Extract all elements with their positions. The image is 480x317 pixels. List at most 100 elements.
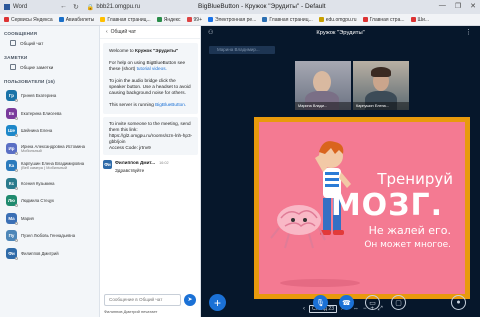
user-list-item[interactable]: Ка Карпушин Елена Владимировна (Веб камер… [0,157,99,175]
bookmark-e-library[interactable]: Электронная ре... [208,17,256,23]
screen-share-button[interactable]: ▢ [391,295,406,310]
mic-status-icon [15,239,18,243]
microphone-button[interactable]: 🎙 [313,295,328,310]
bookmark-icon [186,17,192,22]
bookmark-icon [208,17,214,22]
public-chat-item[interactable]: Общий чат [0,36,99,50]
bookmark-edu[interactable]: edu.omgpu.ru [318,17,357,23]
bookmark-icon [362,17,368,22]
welcome-message: Welcome to Кружок "Эрудиты" For help on … [103,43,198,114]
mic-status-icon [15,221,18,225]
maximize-icon[interactable]: ❐ [455,2,461,10]
chat-back-button[interactable]: ‹ Общий чат [100,26,200,39]
chat-message-input[interactable] [104,293,181,306]
chat-icon [10,40,16,46]
users-toggle-icon[interactable]: ⚇ [208,29,213,36]
bookmark-main-page-2[interactable]: Главная страниц... [262,17,313,23]
record-icon: ● [456,299,461,306]
invite-message: To invite someone to the meeting, send t… [103,117,198,155]
avatar: Ек [6,107,18,120]
user-list-item[interactable]: Ма Мария [0,210,99,228]
meeting-title: Кружок "Эрудиты" [316,30,365,36]
avatar: Пу [6,230,18,243]
user-list-item[interactable]: Гр Гринев Екатерина [0,87,99,105]
page-title: BigBlueButton - Кружок "Эрудиты" - Defau… [198,3,326,10]
phone-icon: ☎ [342,299,351,307]
address-bar[interactable]: 🔒 bbb21.omgpu.ru [87,4,140,11]
app-icon [4,4,10,10]
user-list-item[interactable]: Фи Филиппов Дмитрий [0,245,99,263]
bookmark-icon [100,17,106,22]
slide-line-1: Тренируй [377,170,453,188]
user-list-item[interactable]: Ек Екатерина Елисеева [0,105,99,123]
bookmark-icon [410,17,416,22]
plus-icon: + [213,295,221,310]
reload-icon[interactable]: ↻ [73,3,79,11]
user-list-item[interactable]: Пу Пузел Любовь Геннадьевна [0,227,99,245]
close-icon[interactable]: ✕ [470,2,476,10]
camera-button[interactable]: ▭ [365,295,380,310]
user-list-item[interactable]: Кс Ксения Кузьмина [0,175,99,193]
avatar: Ир [6,142,18,155]
app-switcher[interactable]: Word [0,4,56,10]
bookmark-yandex-services[interactable]: Сервисы Яндекса [4,17,53,23]
more-options-icon[interactable]: ⋮ [465,28,472,36]
bookmark-icon [4,17,9,22]
webcam-video[interactable]: Карпушин Елена... [353,61,409,110]
bookmark-main-page-3[interactable]: Главная стра... [362,17,405,23]
minimize-icon[interactable]: — [439,2,446,10]
bookmark-mail[interactable]: 99+ [186,17,202,23]
chat-messages[interactable]: Welcome to Кружок "Эрудиты" For help on … [103,43,198,293]
presentation-slide[interactable]: Тренируй МОЗГ. Не жалей его. Он может мн… [254,117,470,299]
participant-hair [371,67,391,77]
browser-title-bar: Word ← ↻ 🔒 bbb21.omgpu.ru BigBlueButton … [0,0,480,14]
message-time: 16:02 [159,161,169,165]
bbb-link[interactable]: BigBlueButton. [155,102,186,107]
meeting-area: ⚇ Кружок "Эрудиты" ⋮ Марина Владимир... … [201,26,480,317]
notes-section-label: ЗАМЕТКИ [4,55,28,60]
avatar: Лю [6,195,18,208]
mic-status-icon [15,134,18,138]
slide-line-2: МОЗГ. [330,188,443,223]
user-list-item[interactable]: Лю Людмила Стецук [0,192,99,210]
users-panel: СООБЩЕНИЯ Общий чат ЗАМЕТКИ Общие заметк… [0,26,100,317]
message-text: Здравствуйте [115,168,145,173]
invite-link[interactable]: https://gl2.omgpu.ru/rooms/szn-lnh-hp3-g… [109,133,193,145]
bookmark-icon [318,17,324,22]
mic-status-icon [15,169,18,173]
chevron-left-icon: ‹ [106,29,108,35]
send-icon: ➤ [187,297,193,303]
user-list-item[interactable]: Ше Шейнина Елена [0,122,99,140]
camera-icon: ▭ [369,299,376,307]
shared-notes-item[interactable]: Общие заметки [0,60,99,74]
actions-button[interactable]: + [209,294,226,311]
webcam-label: Марина Влади... [295,102,351,110]
chat-message: Фи Филиппов Дмит... 16:02 Здравствуйте [103,160,198,173]
mic-status-icon [15,186,18,190]
mic-status-icon [15,151,18,155]
record-button[interactable]: ● [451,295,466,310]
send-button[interactable]: ➤ [184,293,196,306]
audio-button[interactable]: ☎ [339,295,354,310]
bookmark-main-page[interactable]: Главная страниц... [100,17,151,23]
bookmark-avia[interactable]: Авиабилеты [58,17,94,23]
tutorial-link[interactable]: tutorial videos. [137,66,167,71]
chat-panel: ‹ Общий чат Welcome to Кружок "Эрудиты" … [100,26,201,317]
bookmark-last[interactable]: Ши... [410,17,429,23]
meeting-header: ⚇ Кружок "Эрудиты" ⋮ [201,26,480,40]
user-list-item[interactable]: Ир Ирина Александровна Истомина Мобильный [0,140,99,158]
bookmark-yandex[interactable]: Яндекс [156,17,181,23]
back-icon[interactable]: ← [60,3,67,11]
talking-indicator[interactable]: Марина Владимир... [209,46,275,54]
users-section-label: ПОЛЬЗОВАТЕЛИ (16) [4,79,55,84]
avatar: Гр [6,90,18,103]
avatar: Фи [6,247,18,260]
avatar: Кс [6,177,18,190]
lock-icon: 🔒 [86,4,95,11]
webcam-video[interactable]: Марина Влади... [295,61,351,110]
mic-status-icon [15,116,18,120]
bookmarks-bar: Сервисы Яндекса Авиабилеты Главная стран… [0,14,480,26]
participant-face [313,71,331,93]
bookmark-icon [156,17,162,22]
action-bar: + 🎙 ☎ ▭ ▢ ● [201,289,480,317]
